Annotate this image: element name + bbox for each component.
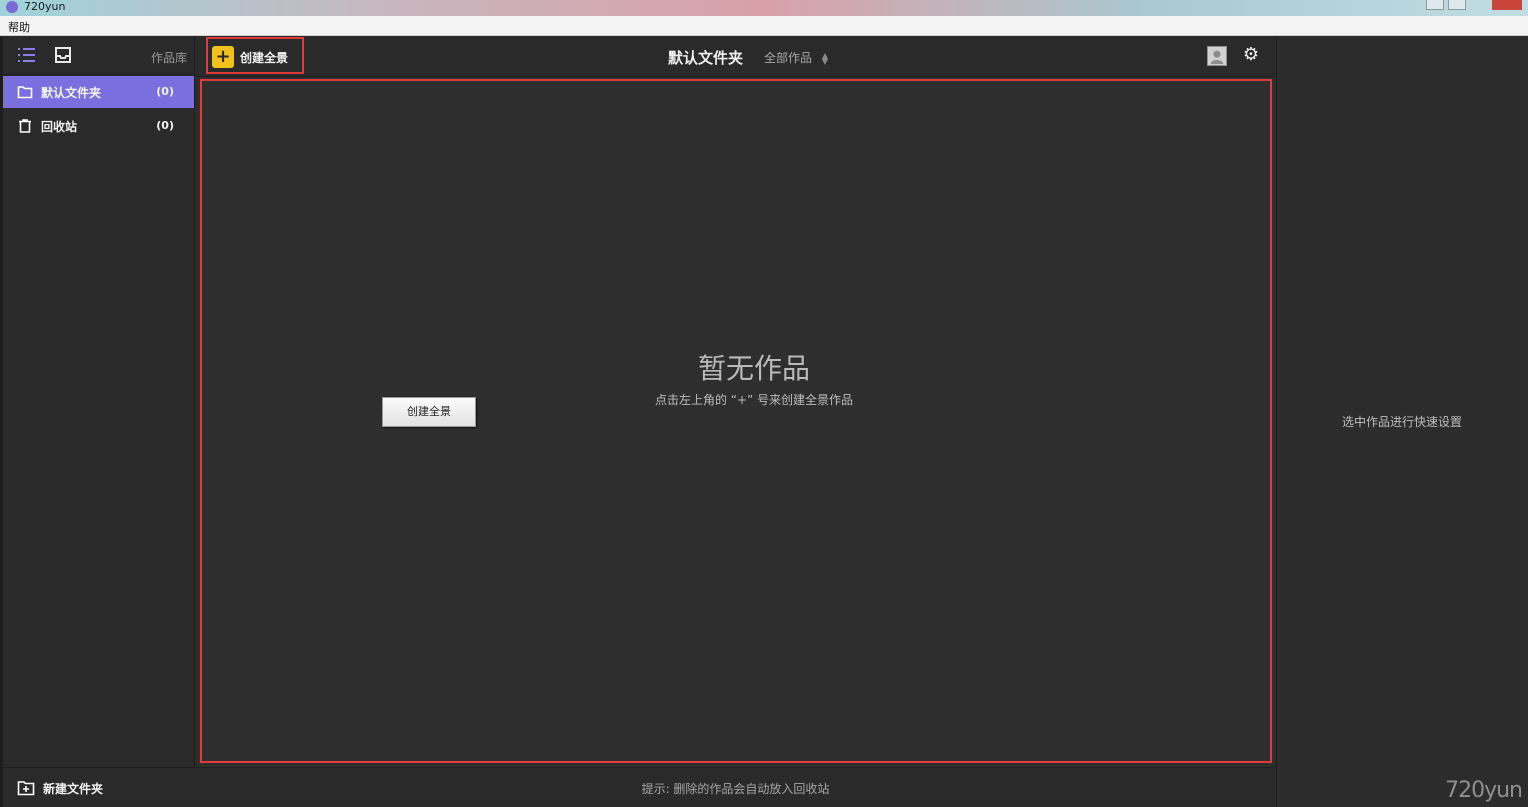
status-tip: 提示: 删除的作品会自动放入回收站 — [641, 782, 830, 796]
folder-add-icon — [17, 781, 35, 796]
empty-state-title: 暂无作品 — [697, 352, 810, 385]
new-folder-button[interactable]: 新建文件夹 — [3, 767, 195, 807]
menu-help[interactable]: 帮助 — [8, 19, 30, 35]
inbox-icon[interactable] — [53, 45, 73, 65]
status-bar: 提示: 删除的作品会自动放入回收站 — [196, 767, 1275, 807]
close-window-button[interactable] — [1492, 0, 1522, 10]
quick-settings-hint: 选中作品进行快速设置 — [1341, 415, 1462, 429]
sort-arrows-icon: ▲ ▼ — [821, 50, 828, 66]
empty-state-hint: 点击左上角的 “+” 号来创建全景作品 — [654, 393, 854, 407]
folder-name: 回收站 — [41, 120, 78, 134]
library-label: 作品库 — [150, 51, 187, 65]
sidebar-item-default-folder[interactable]: 默认文件夹 (0) — [3, 76, 194, 108]
app-logo-icon — [6, 1, 18, 13]
current-folder-title: 默认文件夹 — [668, 49, 744, 67]
gear-icon[interactable]: ⚙ — [1241, 45, 1261, 65]
sidebar-toolbar: 作品库 — [3, 37, 195, 75]
folder-count: (0) — [156, 119, 174, 132]
minimize-button[interactable] — [1426, 0, 1444, 10]
main-toolbar: + 创建全景 默认文件夹 全部作品 ▲ ▼ ⚙ — [196, 37, 1275, 77]
works-filter-label: 全部作品 — [764, 51, 813, 65]
sidebar-item-recycle-bin[interactable]: 回收站 (0) — [3, 110, 194, 142]
plus-icon: + — [212, 46, 234, 68]
sidebar: 作品库 默认文件夹 (0) 回收站 (0) 新建文件夹 — [0, 37, 195, 807]
list-view-icon[interactable] — [17, 45, 37, 65]
trash-icon — [19, 119, 31, 133]
new-folder-label: 新建文件夹 — [43, 782, 104, 796]
works-filter-select[interactable]: 全部作品 ▲ ▼ — [764, 49, 828, 66]
main-area: + 创建全景 默认文件夹 全部作品 ▲ ▼ ⚙ 创建全景 暂无作品 点击左上角的 … — [196, 37, 1275, 807]
user-avatar-icon[interactable] — [1207, 46, 1227, 66]
create-panorama-label: 创建全景 — [240, 51, 289, 65]
menubar: 帮助 — [0, 16, 1528, 36]
create-panorama-button[interactable]: + 创建全景 — [206, 37, 304, 74]
works-grid: 创建全景 — [200, 79, 1272, 763]
folder-count: (0) — [156, 85, 174, 98]
folder-icon — [17, 86, 33, 99]
quick-settings-panel: 选中作品进行快速设置 720yun — [1276, 37, 1528, 807]
maximize-button[interactable] — [1448, 0, 1466, 10]
app-title: 720yun — [24, 0, 66, 13]
window-titlebar: 720yun — [0, 0, 1528, 16]
folder-name: 默认文件夹 — [41, 86, 102, 100]
brand-watermark: 720yun — [1445, 778, 1523, 803]
